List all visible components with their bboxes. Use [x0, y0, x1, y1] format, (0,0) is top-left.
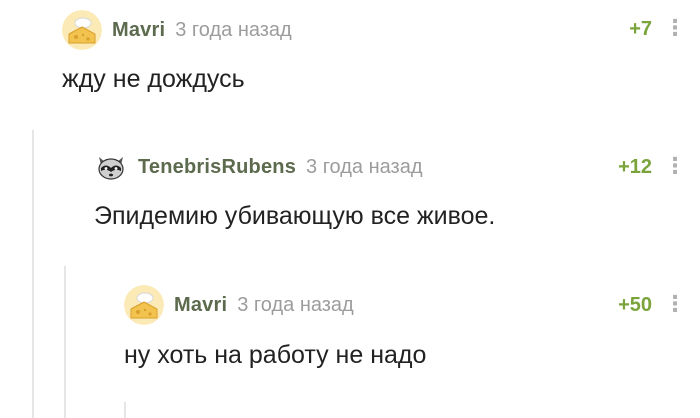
comment-timestamp[interactable]: 3 года назад — [175, 19, 291, 42]
comment-text: жду не дождусь — [62, 65, 245, 93]
comment-username[interactable]: Mavri — [112, 19, 165, 42]
thread-line-level-1[interactable] — [32, 130, 34, 418]
more-options-icon[interactable]: ⋮ — [664, 155, 686, 177]
comment-text: Эпидемию убивающую все живое. — [94, 202, 496, 230]
thread-line-level-3[interactable] — [124, 402, 126, 418]
comment-header: Mavri 3 года назад — [62, 10, 292, 50]
comment-username[interactable]: TenebrisRubens — [138, 156, 296, 179]
cheese-avatar-icon[interactable] — [124, 285, 164, 325]
comment-header: Mavri 3 года назад — [124, 285, 354, 325]
comment-text: ну хоть на работу не надо — [124, 341, 427, 369]
raccoon-avatar-icon[interactable] — [94, 150, 128, 184]
comment-timestamp[interactable]: 3 года назад — [237, 294, 353, 317]
comment-rating: +50 — [618, 294, 652, 316]
more-options-icon[interactable]: ⋮ — [664, 293, 686, 315]
thread-line-level-2[interactable] — [64, 266, 66, 418]
more-options-icon[interactable]: ⋮ — [664, 17, 686, 39]
comment-header: TenebrisRubens 3 года назад — [94, 147, 423, 187]
cheese-avatar-icon[interactable] — [62, 10, 102, 50]
comment-username[interactable]: Mavri — [174, 294, 227, 317]
comment-rating: +7 — [629, 18, 652, 40]
comment-timestamp[interactable]: 3 года назад — [306, 156, 422, 179]
comment-rating: +12 — [618, 156, 652, 178]
